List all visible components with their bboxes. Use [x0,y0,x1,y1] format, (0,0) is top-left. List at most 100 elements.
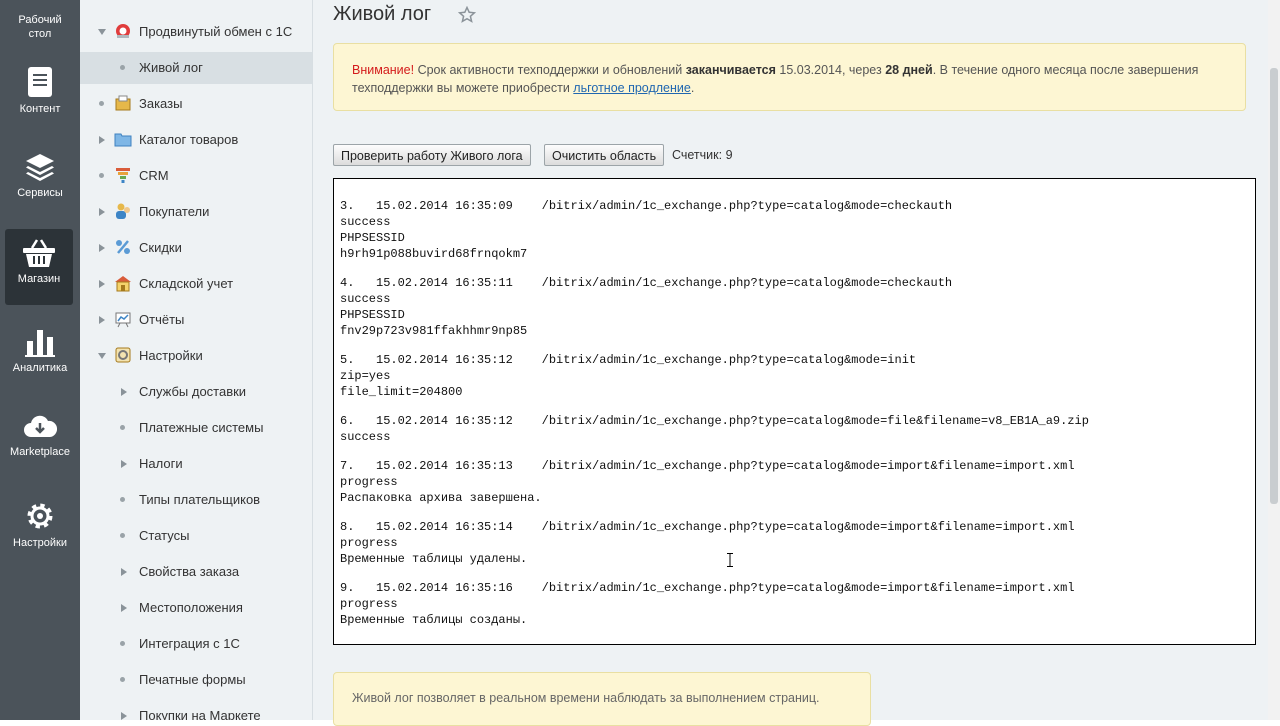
log-entry: 4. 15.02.2014 16:35:11 /bitrix/admin/1c_… [340,276,953,338]
support-expiry-notice: Внимание! Срок активности техподдержки и… [333,43,1246,111]
chevron-right-icon[interactable] [99,244,105,252]
clear-area-button[interactable]: Очистить область [544,144,665,166]
text-cursor-icon [727,553,733,567]
page-scrollbar[interactable] [1268,0,1280,720]
tree-item-label: Каталог товаров [139,132,239,147]
customers-icon [116,203,130,219]
tree-item-statuses[interactable]: Статусы [80,520,312,552]
log-output-area[interactable]: 3. 15.02.2014 16:35:09 /bitrix/admin/1c_… [333,178,1256,645]
tree-item-1c-integration[interactable]: Интеграция с 1С [80,628,312,660]
chevron-right-icon[interactable] [99,136,105,144]
tree-item-orders[interactable]: Заказы [80,88,312,120]
notice-text-bold: заканчивается [685,63,776,77]
tree-item-label: Живой лог [139,60,203,75]
document-icon [28,67,52,97]
folder-icon [114,133,132,147]
tree-item-label: Статусы [139,528,190,543]
sidebar-tree: Продвинутый обмен с 1С Живой лог Заказы … [80,0,313,720]
bullet-icon [99,173,104,178]
tree-item-payer-types[interactable]: Типы плательщиков [80,484,312,516]
check-live-log-button[interactable]: Проверить работу Живого лога [333,144,531,166]
log-entry: 9. 15.02.2014 16:35:16 /bitrix/admin/1c_… [340,581,1075,627]
menu-item-label: Настройки [13,537,67,549]
info-text: Живой лог позволяет в реальном времени н… [352,691,820,705]
menu-item-label: Контент [19,103,61,115]
tree-item-label: Типы плательщиков [139,492,261,507]
tree-item-label: Интеграция с 1С [139,636,240,651]
chevron-down-icon[interactable] [98,29,106,35]
tree-item-label: Покупатели [139,204,210,219]
tree-item-label: Печатные формы [139,672,246,687]
tree-item-discounts[interactable]: Скидки [80,232,312,264]
bullet-icon [120,641,125,646]
tree-item-catalog[interactable]: Каталог товаров [80,124,312,156]
layers-icon [26,154,54,181]
tree-item-crm[interactable]: CRM [80,160,312,192]
tree-item-label: Продвинутый обмен с 1С [139,24,293,39]
menu-item-services[interactable]: Сервисы [0,152,80,200]
menu-item-shop[interactable]: Магазин [5,229,73,305]
counter-label: Счетчик: 9 [672,148,733,162]
tree-item-customers[interactable]: Покупатели [80,196,312,228]
notice-text-part: 15.03.2014, через [775,63,886,77]
tree-item-warehouse[interactable]: Складской учет [80,268,312,300]
menu-item-content[interactable]: Контент [0,66,80,116]
notice-warning: Внимание! [352,63,415,77]
notice-text: Внимание! Срок активности техподдержки и… [352,61,1212,97]
notice-days-left: 28 дней [885,63,933,77]
chevron-right-icon[interactable] [99,280,105,288]
log-entry: 8. 15.02.2014 16:35:14 /bitrix/admin/1c_… [340,520,1075,566]
cloud-download-icon [24,415,57,437]
gear-icon [27,503,53,529]
menu-item-desktop[interactable]: Рабочий стол [0,13,80,41]
tree-item-live-log[interactable]: Живой лог [80,52,312,84]
renewal-link[interactable]: льготное продление [573,81,691,95]
tree-item-delivery[interactable]: Службы доставки [80,376,312,408]
chevron-right-icon[interactable] [99,316,105,324]
orders-icon [115,95,131,111]
tree-item-label: Местоположения [139,600,243,615]
menu-item-label: Рабочий стол [18,14,62,40]
main-content: Живой лог Внимание! Срок активности техп… [313,0,1268,726]
live-log-info-box: Живой лог позволяет в реальном времени н… [333,672,871,726]
tree-item-1c-exchange[interactable]: Продвинутый обмен с 1С [80,16,312,48]
tree-item-print-forms[interactable]: Печатные формы [80,664,312,696]
tree-item-locations[interactable]: Местоположения [80,592,312,624]
menu-item-label: Аналитика [12,362,68,374]
main-menu-panel: Рабочий стол Контент Сервисы Магазин Ана… [0,0,80,720]
tree-item-settings[interactable]: Настройки [80,340,312,372]
bullet-icon [120,425,125,430]
settings-icon [115,347,131,363]
menu-item-analytics[interactable]: Аналитика [0,327,80,375]
tree-item-payment-systems[interactable]: Платежные системы [80,412,312,444]
tree-item-reports[interactable]: Отчёты [80,304,312,336]
tree-item-taxes[interactable]: Налоги [80,448,312,480]
tree-item-label: CRM [139,168,169,183]
chevron-right-icon[interactable] [121,460,127,468]
tree-item-market-purchases[interactable]: Покупки на Маркете [80,700,312,720]
page-title: Живой лог [333,3,432,25]
chevron-down-icon[interactable] [98,353,106,359]
basket-icon [23,239,55,267]
chevron-right-icon[interactable] [121,568,127,576]
star-icon[interactable] [458,6,476,24]
tree-item-label: Складской учет [139,276,234,291]
bullet-icon [120,677,125,682]
percent-icon [116,240,130,254]
chevron-right-icon[interactable] [121,388,127,396]
menu-item-settings[interactable]: Настройки [0,500,80,550]
tree-item-label: Службы доставки [139,384,247,399]
bullet-icon [120,497,125,502]
chevron-right-icon[interactable] [99,208,105,216]
tree-item-label: Настройки [139,348,203,363]
bullet-icon [99,101,104,106]
menu-item-label: Marketplace [10,446,70,458]
notice-text-part: . [690,81,695,95]
menu-item-marketplace[interactable]: Marketplace [0,413,80,459]
chevron-right-icon[interactable] [121,712,127,720]
tree-item-label: Платежные системы [139,420,264,435]
scrollbar-thumb[interactable] [1270,68,1278,504]
chevron-right-icon[interactable] [121,604,127,612]
tree-item-order-properties[interactable]: Свойства заказа [80,556,312,588]
tree-item-label: Скидки [139,240,182,255]
